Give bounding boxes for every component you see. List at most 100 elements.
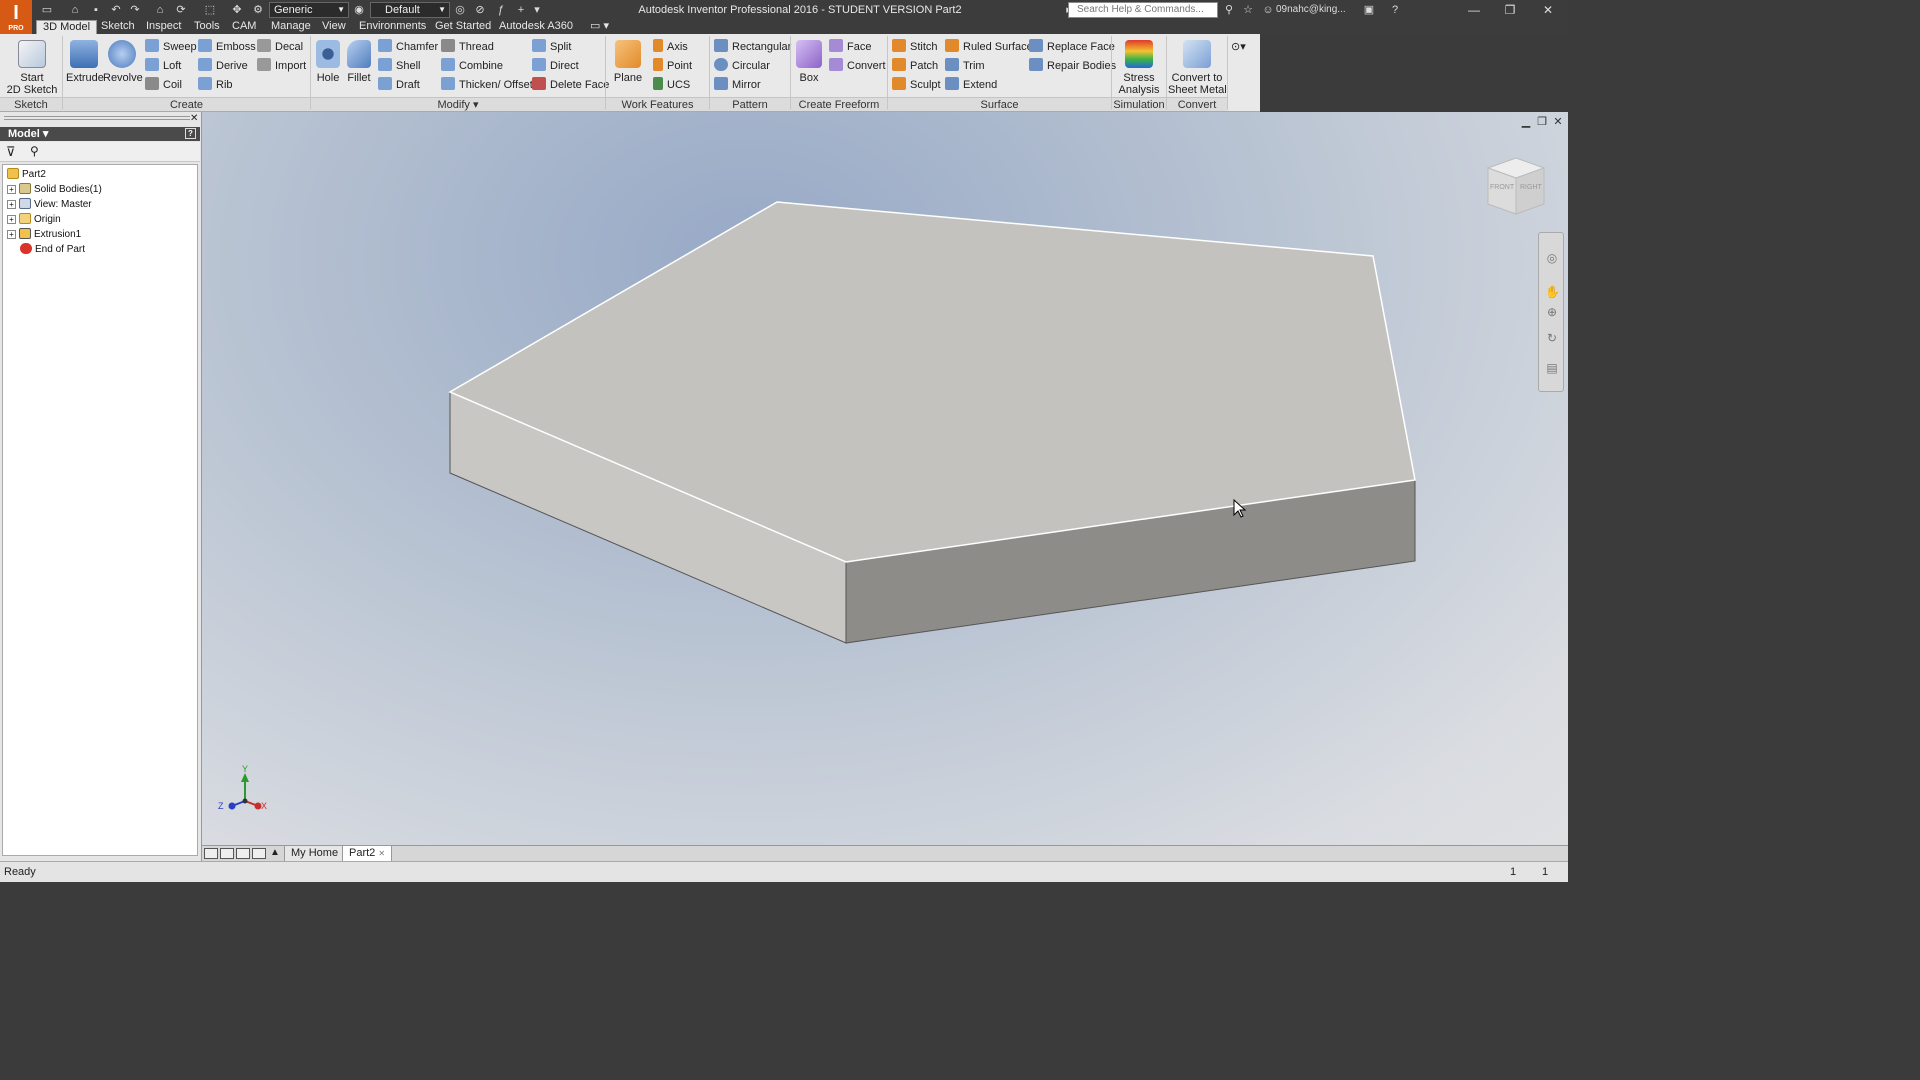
material-select[interactable]: Generic ▼: [269, 2, 349, 18]
tab-view[interactable]: View: [316, 20, 352, 34]
rectangular-pattern-button[interactable]: Rectangular: [714, 39, 791, 55]
repair-bodies-button[interactable]: Repair Bodies: [1029, 58, 1116, 74]
zoom-icon[interactable]: ⊕: [1545, 305, 1559, 319]
graphics-viewport[interactable]: ▁ ❐ ✕ FRONT RIGHT ◎ ✋ ⊕ ↻ ▤ Y X Z: [202, 112, 1568, 845]
box-button[interactable]: Box: [793, 40, 825, 84]
start-2d-sketch-button[interactable]: Start 2D Sketch: [6, 40, 58, 96]
tab-tools[interactable]: Tools: [188, 20, 226, 34]
tree-item-extrusion1[interactable]: + Extrusion1: [7, 227, 81, 242]
sweep-button[interactable]: Sweep: [145, 39, 197, 55]
measure-icon[interactable]: ✥: [230, 3, 244, 17]
thicken-offset-button[interactable]: Thicken/ Offset: [441, 77, 533, 93]
binoculars-icon[interactable]: ⚲: [1222, 3, 1236, 17]
appearance-icon[interactable]: ◉: [352, 3, 366, 17]
minimize-button[interactable]: —: [1456, 0, 1492, 20]
open-icon[interactable]: ⌂: [68, 3, 82, 17]
mirror-button[interactable]: Mirror: [714, 77, 761, 93]
help-icon[interactable]: ?: [185, 128, 196, 139]
function-icon[interactable]: ƒ: [494, 3, 508, 17]
tree-item-solid-bodies[interactable]: + Solid Bodies(1): [7, 182, 102, 197]
browser-header[interactable]: Model ▾ ?: [0, 127, 200, 141]
orbit-icon[interactable]: ↻: [1545, 331, 1559, 345]
stitch-button[interactable]: Stitch: [892, 39, 938, 55]
split-button[interactable]: Split: [532, 39, 571, 55]
look-at-icon[interactable]: ▤: [1545, 361, 1559, 375]
face-button[interactable]: Face: [829, 39, 871, 55]
tree-item-end-of-part[interactable]: End of Part: [20, 242, 85, 257]
ucs-button[interactable]: UCS: [653, 77, 690, 93]
expand-icon[interactable]: +: [7, 215, 16, 224]
convert-button[interactable]: Convert: [829, 58, 886, 74]
adjust-icon[interactable]: ◎: [453, 3, 467, 17]
application-menu-button[interactable]: I PRO: [0, 0, 32, 34]
expand-icon[interactable]: +: [7, 200, 16, 209]
customize-icon[interactable]: ▾: [530, 3, 544, 17]
filter-icon[interactable]: ⊽: [6, 144, 16, 160]
select-icon[interactable]: ⬚: [203, 3, 217, 17]
tab-autodesk-a360[interactable]: Autodesk A360: [493, 20, 579, 34]
loft-button[interactable]: Loft: [145, 58, 181, 74]
tab-environments[interactable]: Environments: [353, 20, 432, 34]
circular-pattern-button[interactable]: Circular: [714, 58, 770, 74]
import-button[interactable]: Import: [257, 58, 306, 74]
trim-button[interactable]: Trim: [945, 58, 985, 74]
chamfer-button[interactable]: Chamfer: [378, 39, 438, 55]
doc-tab-part2[interactable]: Part2 ✕: [342, 846, 393, 862]
redo-icon[interactable]: ↷: [128, 3, 142, 17]
replace-face-button[interactable]: Replace Face: [1029, 39, 1115, 55]
viewcube[interactable]: FRONT RIGHT: [1484, 154, 1548, 218]
derive-button[interactable]: Derive: [198, 58, 248, 74]
add-icon[interactable]: +: [514, 3, 528, 17]
vertical-tile-icon[interactable]: [252, 848, 266, 859]
tree-item-origin[interactable]: + Origin: [7, 212, 61, 227]
user-icon[interactable]: ☺: [1261, 3, 1275, 17]
browser-close-icon[interactable]: ✕: [190, 113, 198, 124]
extrude-button[interactable]: Extrude: [66, 40, 104, 84]
emboss-button[interactable]: Emboss: [198, 39, 256, 55]
tab-sketch[interactable]: Sketch: [95, 20, 141, 34]
decal-button[interactable]: Decal: [257, 39, 303, 55]
panel-title-modify[interactable]: Modify ▾: [311, 97, 605, 111]
draft-button[interactable]: Draft: [378, 77, 420, 93]
point-button[interactable]: Point: [653, 58, 692, 74]
home-icon[interactable]: ⌂: [153, 3, 167, 17]
clear-override-icon[interactable]: ⊘: [473, 3, 487, 17]
save-icon[interactable]: ▪: [89, 3, 103, 17]
delete-face-button[interactable]: Delete Face: [532, 77, 609, 93]
patch-button[interactable]: Patch: [892, 58, 938, 74]
thread-button[interactable]: Thread: [441, 39, 494, 55]
tile-icon[interactable]: [204, 848, 218, 859]
tab-inspect[interactable]: Inspect: [140, 20, 187, 34]
extend-button[interactable]: Extend: [945, 77, 997, 93]
tab-3d-model[interactable]: 3D Model: [36, 20, 98, 34]
horizontal-tile-icon[interactable]: [236, 848, 250, 859]
appearance-select[interactable]: Default ▼: [370, 2, 450, 18]
tab-get-started[interactable]: Get Started: [429, 20, 497, 34]
stress-analysis-button[interactable]: Stress Analysis: [1113, 40, 1165, 96]
restore-button[interactable]: ❐: [1492, 0, 1528, 20]
browser-grip[interactable]: [4, 116, 190, 120]
star-icon[interactable]: ☆: [1241, 3, 1255, 17]
steering-wheel-icon[interactable]: ◎: [1545, 251, 1559, 265]
rib-button[interactable]: Rib: [198, 77, 233, 93]
revolve-button[interactable]: Revolve: [103, 40, 143, 84]
combine-button[interactable]: Combine: [441, 58, 503, 74]
part-model[interactable]: [202, 112, 1568, 845]
tab-cam[interactable]: CAM: [226, 20, 262, 34]
tab-manage[interactable]: Manage: [265, 20, 317, 34]
fillet-button[interactable]: Fillet: [344, 40, 374, 84]
update-icon[interactable]: ⟳: [174, 3, 188, 17]
tree-item-part[interactable]: Part2: [7, 167, 46, 182]
ribbon-overflow-button[interactable]: ⊙▾: [1231, 39, 1246, 55]
help-icon[interactable]: ?: [1388, 3, 1402, 17]
undo-icon[interactable]: ↶: [109, 3, 123, 17]
exchange-icon[interactable]: ▣: [1362, 3, 1376, 17]
close-icon[interactable]: ✕: [378, 849, 385, 858]
sculpt-button[interactable]: Sculpt: [892, 77, 941, 93]
search-input[interactable]: Search Help & Commands...: [1068, 2, 1218, 18]
new-icon[interactable]: ▭: [40, 3, 54, 17]
expand-icon[interactable]: +: [7, 230, 16, 239]
plane-button[interactable]: Plane: [610, 40, 646, 84]
direct-button[interactable]: Direct: [532, 58, 579, 74]
hole-button[interactable]: Hole: [313, 40, 343, 84]
